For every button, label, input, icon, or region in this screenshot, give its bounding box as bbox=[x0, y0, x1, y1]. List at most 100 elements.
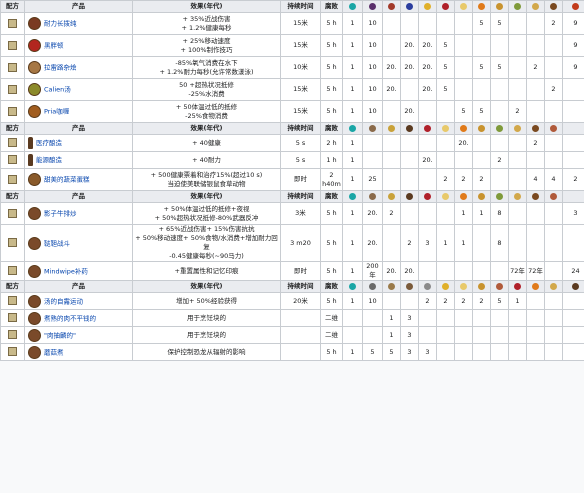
ingredient-qty-cell bbox=[562, 151, 584, 169]
effect-cell: + 35%近战伤害 + 1.2%健康每秒 bbox=[132, 12, 281, 35]
recipe-cell[interactable] bbox=[0, 56, 25, 79]
recipe-scroll-icon[interactable] bbox=[8, 266, 17, 276]
product-name-link[interactable]: Mindwipe补药 bbox=[44, 267, 88, 275]
product-name-link[interactable]: "肉抽麟的" bbox=[44, 331, 76, 339]
product-name-link[interactable]: 医疗酿造 bbox=[36, 139, 62, 147]
ingredient-qty-cell: 5 bbox=[490, 12, 509, 35]
recipe-scroll-icon[interactable] bbox=[8, 40, 17, 50]
recipe-cell[interactable] bbox=[0, 261, 25, 281]
product-cell[interactable]: 鞑靼战斗 bbox=[24, 224, 133, 262]
recipe-cell[interactable] bbox=[0, 309, 25, 327]
recipe-cell[interactable] bbox=[0, 168, 25, 191]
carrot-icon bbox=[460, 124, 467, 132]
recipe-scroll-icon[interactable] bbox=[8, 18, 17, 28]
product-cell[interactable]: 黑胖顿 bbox=[24, 34, 133, 57]
header-ingredient-cell bbox=[472, 0, 491, 13]
ingredient-qty-cell: 20. bbox=[400, 100, 419, 123]
product-cell[interactable]: 能源酿造 bbox=[24, 151, 133, 169]
spoil-cell: 5 h bbox=[320, 12, 343, 35]
product-cell[interactable]: 煮熟的肉不平钱的 bbox=[24, 309, 133, 327]
ingredient-qty-cell: 200年 bbox=[362, 261, 383, 281]
recipe-scroll-icon[interactable] bbox=[8, 330, 17, 340]
ingredient-qty-cell bbox=[342, 309, 363, 327]
product-cell[interactable]: 医疗酿造 bbox=[24, 134, 133, 152]
recipe-cell[interactable] bbox=[0, 100, 25, 123]
ingredient-qty-cell bbox=[472, 78, 491, 101]
product-cell[interactable]: Calien汤 bbox=[24, 78, 133, 101]
duration-cell bbox=[280, 326, 321, 344]
product-cell[interactable]: 拉雷路杂烩 bbox=[24, 56, 133, 79]
product-name-link[interactable]: 能源酿造 bbox=[36, 156, 62, 164]
ingredient-qty-cell: 10 bbox=[362, 100, 383, 123]
recipe-cell[interactable] bbox=[0, 224, 25, 262]
header-ingredient-cell bbox=[526, 0, 545, 13]
ingredient-qty-cell bbox=[454, 261, 473, 281]
recipe-cell[interactable] bbox=[0, 292, 25, 310]
product-name-link[interactable]: Calien汤 bbox=[44, 86, 71, 94]
ingredient-qty-cell bbox=[418, 134, 437, 152]
product-name-link[interactable]: 汤的自露运动 bbox=[44, 297, 83, 305]
ingredient-qty-cell bbox=[400, 292, 419, 310]
ingredient-qty-cell: 2 bbox=[454, 292, 473, 310]
recipe-scroll-icon[interactable] bbox=[8, 62, 17, 72]
product-name-link[interactable]: 拉雷路杂烩 bbox=[44, 64, 77, 72]
leaf-icon bbox=[496, 192, 503, 200]
recipe-cell[interactable] bbox=[0, 202, 25, 225]
recipe-scroll-icon[interactable] bbox=[8, 155, 17, 165]
ingredient-qty-cell bbox=[382, 168, 401, 191]
header-product: 产品 bbox=[24, 0, 133, 13]
recipe-cell[interactable] bbox=[0, 151, 25, 169]
product-name-link[interactable]: 耐力长拨纯 bbox=[44, 20, 77, 28]
product-cell[interactable]: 耐力长拨纯 bbox=[24, 12, 133, 35]
recipe-scroll-icon[interactable] bbox=[8, 347, 17, 357]
ingredient-qty-cell bbox=[472, 326, 491, 344]
recipe-scroll-icon[interactable] bbox=[8, 208, 17, 218]
product-cell[interactable]: 蘑菇煮 bbox=[24, 343, 133, 361]
product-name-link[interactable]: 甜美的蔬菜蛋糕 bbox=[44, 176, 90, 184]
recipe-scroll-icon[interactable] bbox=[8, 296, 17, 306]
recipe-cell[interactable] bbox=[0, 12, 25, 35]
product-cell[interactable]: 甜美的蔬菜蛋糕 bbox=[24, 168, 133, 191]
product-name-link[interactable]: 煮熟的肉不平钱的 bbox=[44, 314, 96, 322]
header-recipe: 配方 bbox=[0, 190, 25, 203]
recipe-scroll-icon[interactable] bbox=[8, 84, 17, 94]
ingredient-qty-cell bbox=[562, 292, 584, 310]
product-cell[interactable]: "肉抽麟的" bbox=[24, 326, 133, 344]
product-cell[interactable]: Pria咖喱 bbox=[24, 100, 133, 123]
recipe-scroll-icon[interactable] bbox=[8, 313, 17, 323]
duration-cell: 5 s bbox=[280, 134, 321, 152]
recipe-scroll-icon[interactable] bbox=[8, 138, 17, 148]
product-name-link[interactable]: 黑胖顿 bbox=[44, 42, 64, 50]
recipe-cell[interactable] bbox=[0, 343, 25, 361]
ingredient-qty-cell bbox=[400, 78, 419, 101]
recipe-cell[interactable] bbox=[0, 326, 25, 344]
recipe-scroll-icon[interactable] bbox=[8, 174, 17, 184]
header-ingredient-cell bbox=[544, 122, 563, 135]
product-cell[interactable]: 汤的自露运动 bbox=[24, 292, 133, 310]
table-row: 鞑靼战斗 + 65%近战伤害+ 15%伤害抗抗 + 50%移动速度+ 50%食物/水… bbox=[0, 224, 584, 262]
ingredient-qty-cell bbox=[562, 78, 584, 101]
spoil-cell: 5 h bbox=[320, 56, 343, 79]
product-name-link[interactable]: 影子牛排炒 bbox=[44, 210, 77, 218]
ingredient-qty-cell: 3 bbox=[562, 202, 584, 225]
ingredient-qty-cell bbox=[508, 78, 527, 101]
product-name-link[interactable]: Pria咖喱 bbox=[44, 108, 69, 116]
product-cell[interactable]: Mindwipe补药 bbox=[24, 261, 133, 281]
food-icon bbox=[28, 264, 41, 278]
ingredient-qty-cell: 20. bbox=[382, 56, 401, 79]
ingredient-qty-cell bbox=[454, 343, 473, 361]
product-name-link[interactable]: 蘑菇煮 bbox=[44, 348, 64, 356]
effect-cell: 用于烹饪块的 bbox=[132, 326, 281, 344]
table-row: 医疗酿造 + 40健康 5 s2 h 1 20. 2 bbox=[0, 134, 584, 152]
product-cell[interactable]: 影子牛排炒 bbox=[24, 202, 133, 225]
recipe-cell[interactable] bbox=[0, 78, 25, 101]
ingredient-qty-cell bbox=[508, 343, 527, 361]
header-effect: 效果(年代) bbox=[132, 122, 281, 135]
recipe-cell[interactable] bbox=[0, 34, 25, 57]
effect-line: +重置属性和记忆印痕 bbox=[174, 266, 239, 275]
product-name-link[interactable]: 鞑靼战斗 bbox=[44, 239, 70, 247]
recipe-scroll-icon[interactable] bbox=[8, 238, 17, 248]
header-ingredient-cell bbox=[362, 122, 383, 135]
recipe-cell[interactable] bbox=[0, 134, 25, 152]
recipe-scroll-icon[interactable] bbox=[8, 106, 17, 116]
